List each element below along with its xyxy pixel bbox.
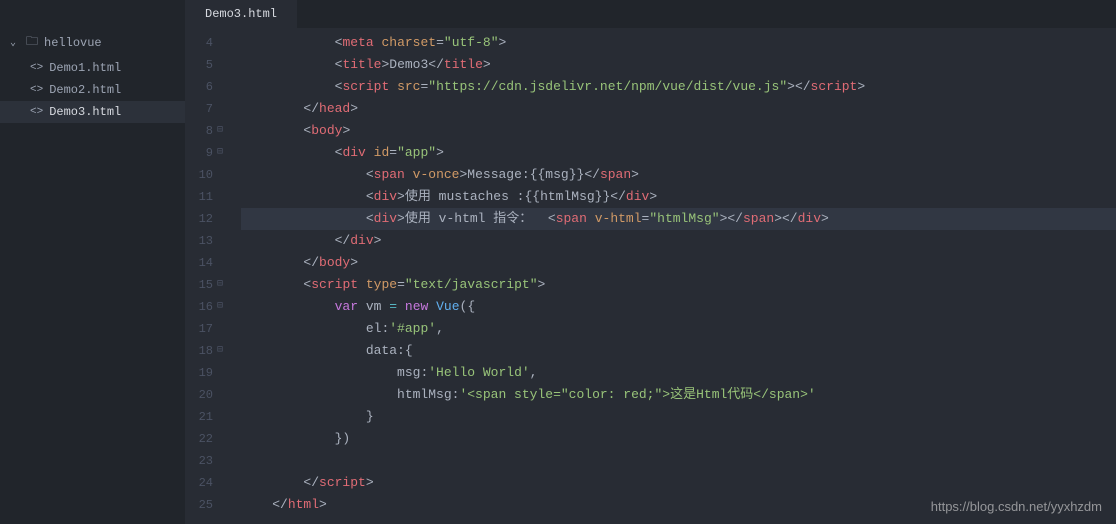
- code-file-icon: <>: [30, 106, 43, 118]
- code-file-icon: <>: [30, 84, 43, 96]
- gutter-line: 4: [185, 32, 229, 54]
- code-line: data:{: [241, 340, 1116, 362]
- code-line: </div>: [241, 230, 1116, 252]
- code-line: <meta charset="utf-8">: [241, 32, 1116, 54]
- code-line: <script src="https://cdn.jsdelivr.net/np…: [241, 76, 1116, 98]
- fold-icon[interactable]: ⊟: [213, 120, 227, 142]
- code-line: var vm = new Vue({: [241, 296, 1116, 318]
- code-line: }: [241, 406, 1116, 428]
- fold-icon[interactable]: ⊟: [213, 340, 227, 362]
- watermark: https://blog.csdn.net/yyxhzdm: [931, 499, 1102, 514]
- folder-hellovue[interactable]: ⌄ 🗀 hellovue: [0, 28, 185, 57]
- file-label: Demo3.html: [49, 105, 121, 119]
- code-line: <div>使用 mustaches :{{htmlMsg}}</div>: [241, 186, 1116, 208]
- gutter-line: 13: [185, 230, 229, 252]
- code-line: <script type="text/javascript">: [241, 274, 1116, 296]
- gutter-line: 14: [185, 252, 229, 274]
- gutter-line: 5: [185, 54, 229, 76]
- folder-label: hellovue: [44, 36, 102, 50]
- line-gutter: 45678⊟9⊟101112131415⊟16⊟1718⊟19202122232…: [185, 28, 229, 524]
- gutter-line: 15⊟: [185, 274, 229, 296]
- code-content[interactable]: <meta charset="utf-8"> <title>Demo3</tit…: [229, 28, 1116, 524]
- file-label: Demo1.html: [49, 61, 121, 75]
- folder-icon: 🗀: [26, 32, 38, 53]
- fold-icon[interactable]: ⊟: [213, 296, 227, 318]
- code-line: <body>: [241, 120, 1116, 142]
- tab-bar: Demo3.html: [185, 0, 1116, 28]
- code-line: }): [241, 428, 1116, 450]
- code-line: </body>: [241, 252, 1116, 274]
- gutter-line: 17: [185, 318, 229, 340]
- gutter-line: 23: [185, 450, 229, 472]
- code-line: htmlMsg:'<span style="color: red;">这是Htm…: [241, 384, 1116, 406]
- gutter-line: 12: [185, 208, 229, 230]
- gutter-line: 6: [185, 76, 229, 98]
- code-line: </script>: [241, 472, 1116, 494]
- file-demo2[interactable]: <> Demo2.html: [0, 79, 185, 101]
- file-demo1[interactable]: <> Demo1.html: [0, 57, 185, 79]
- code-file-icon: <>: [30, 62, 43, 74]
- gutter-line: 19: [185, 362, 229, 384]
- tab-demo3[interactable]: Demo3.html: [185, 0, 297, 28]
- fold-icon[interactable]: ⊟: [213, 274, 227, 296]
- gutter-line: 11: [185, 186, 229, 208]
- gutter-line: 21: [185, 406, 229, 428]
- code-line: <span v-once>Message:{{msg}}</span>: [241, 164, 1116, 186]
- gutter-line: 22: [185, 428, 229, 450]
- gutter-line: 8⊟: [185, 120, 229, 142]
- gutter-line: 24: [185, 472, 229, 494]
- code-line: <div id="app">: [241, 142, 1116, 164]
- tab-label: Demo3.html: [205, 7, 277, 21]
- code-line: [241, 450, 1116, 472]
- file-demo3[interactable]: <> Demo3.html: [0, 101, 185, 123]
- editor: Demo3.html 45678⊟9⊟101112131415⊟16⊟1718⊟…: [185, 0, 1116, 524]
- gutter-line: 7: [185, 98, 229, 120]
- file-label: Demo2.html: [49, 83, 121, 97]
- file-explorer: ⌄ 🗀 hellovue <> Demo1.html <> Demo2.html…: [0, 0, 185, 524]
- gutter-line: 9⊟: [185, 142, 229, 164]
- gutter-line: 16⊟: [185, 296, 229, 318]
- gutter-line: 18⊟: [185, 340, 229, 362]
- gutter-line: 10: [185, 164, 229, 186]
- code-line: el:'#app',: [241, 318, 1116, 340]
- code-line: <div>使用 v-html 指令： <span v-html="htmlMsg…: [241, 208, 1116, 230]
- gutter-line: 20: [185, 384, 229, 406]
- chevron-down-icon: ⌄: [10, 37, 22, 49]
- fold-icon[interactable]: ⊟: [213, 142, 227, 164]
- gutter-line: 25: [185, 494, 229, 516]
- code-line: msg:'Hello World',: [241, 362, 1116, 384]
- code-line: </head>: [241, 98, 1116, 120]
- code-line: <title>Demo3</title>: [241, 54, 1116, 76]
